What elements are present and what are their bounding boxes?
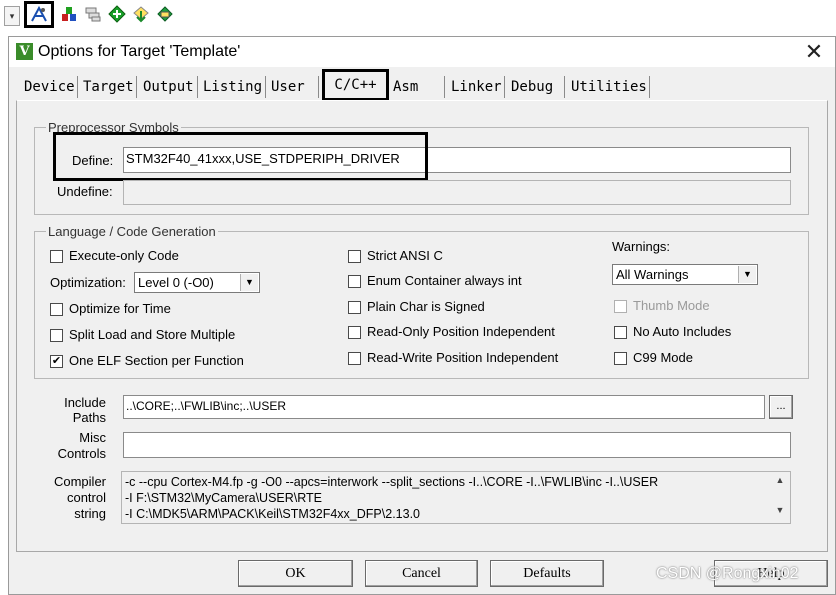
strict-ansi-checkbox[interactable]: [348, 250, 361, 263]
tab-user[interactable]: User: [269, 76, 319, 98]
ok-button[interactable]: OK: [238, 560, 353, 587]
optimization-value: Level 0 (-O0): [138, 275, 214, 290]
language-group-label: Language / Code Generation: [46, 224, 218, 239]
tab-output[interactable]: Output: [141, 76, 198, 98]
compiler-label-line1: Compiler: [53, 474, 106, 489]
optimization-select[interactable]: Level 0 (-O0) ▼: [134, 272, 260, 293]
cancel-button[interactable]: Cancel: [365, 560, 478, 587]
split-load-label: Split Load and Store Multiple: [69, 327, 236, 342]
compiler-label-line3: string: [74, 506, 106, 521]
tab-target[interactable]: Target: [81, 76, 137, 98]
optimization-label: Optimization:: [50, 275, 126, 290]
define-highlight-box: [53, 132, 428, 181]
tab-c-cpp[interactable]: C/C++: [322, 69, 389, 101]
thumb-mode-label: Thumb Mode: [633, 298, 710, 313]
manage-components-button[interactable]: [58, 3, 80, 25]
one-elf-label: One ELF Section per Function: [69, 353, 244, 368]
tab-asm[interactable]: Asm: [391, 76, 445, 98]
misc-label-line1: Misc: [79, 430, 106, 445]
csdn-watermark: CSDN @Rongxin02: [656, 565, 799, 582]
stack-button[interactable]: [82, 3, 104, 25]
green-diamond-button[interactable]: [106, 3, 128, 25]
tab-linker[interactable]: Linker: [449, 76, 505, 98]
optimize-time-checkbox[interactable]: [50, 303, 63, 316]
checkmark-icon: ✔: [51, 355, 62, 367]
ropi-checkbox[interactable]: [348, 326, 361, 339]
tab-listing[interactable]: Listing: [201, 76, 266, 98]
defaults-button[interactable]: Defaults: [490, 560, 604, 587]
scroll-down-icon[interactable]: ▼: [773, 505, 787, 519]
warnings-value: All Warnings: [616, 267, 689, 282]
execute-only-checkbox[interactable]: [50, 250, 63, 263]
rwpi-label: Read-Write Position Independent: [367, 350, 559, 365]
books-icon: [157, 6, 173, 22]
strict-ansi-label: Strict ANSI C: [367, 248, 443, 263]
undefine-input[interactable]: [123, 180, 791, 205]
warnings-label: Warnings:: [612, 239, 671, 254]
compiler-label-line2: control: [66, 490, 106, 505]
enum-container-checkbox[interactable]: [348, 275, 361, 288]
toolbar-highlight-box: [24, 1, 54, 28]
plain-char-label: Plain Char is Signed: [367, 299, 485, 314]
undefine-label: Undefine:: [57, 184, 113, 199]
tab-utilities[interactable]: Utilities: [569, 76, 650, 98]
arrow-pack-icon: [133, 6, 149, 23]
scroll-up-icon[interactable]: ▲: [773, 475, 787, 489]
include-browse-button[interactable]: ...: [769, 395, 793, 419]
tab-device[interactable]: Device: [22, 76, 78, 98]
split-load-checkbox[interactable]: [50, 329, 63, 342]
chevron-down-icon: ▼: [240, 274, 258, 291]
enum-container-label: Enum Container always int: [367, 273, 522, 288]
books-button[interactable]: [154, 3, 176, 25]
one-elf-checkbox[interactable]: ✔: [50, 355, 63, 368]
close-icon[interactable]: ✕: [803, 41, 825, 63]
compiler-line-3: -I C:\MDK5\ARM\PACK\Keil\STM32F4xx_DFP\2…: [125, 507, 420, 521]
plain-char-checkbox[interactable]: [348, 301, 361, 314]
misc-label-line2: Controls: [57, 446, 106, 461]
green-diamond-icon: [108, 5, 126, 23]
no-auto-includes-label: No Auto Includes: [633, 324, 732, 339]
no-auto-includes-checkbox[interactable]: [614, 326, 627, 339]
c99-mode-checkbox[interactable]: [614, 352, 627, 365]
warnings-select[interactable]: All Warnings ▼: [612, 264, 758, 285]
arrow-pack-button[interactable]: [130, 3, 152, 25]
rwpi-checkbox[interactable]: [348, 352, 361, 365]
dialog-title: Options for Target 'Template': [38, 43, 241, 60]
compiler-line-1: -c --cpu Cortex-M4.fp -g -O0 --apcs=inte…: [125, 475, 659, 489]
c99-mode-label: C99 Mode: [633, 350, 693, 365]
toolbar-dropdown-arrow[interactable]: ▾: [4, 6, 20, 26]
component-icon: [62, 7, 76, 21]
tab-debug[interactable]: Debug: [509, 76, 565, 98]
include-label-line1: Include: [64, 395, 106, 410]
optimize-time-label: Optimize for Time: [69, 301, 171, 316]
keil-app-icon: V: [16, 43, 33, 60]
misc-controls-input[interactable]: [123, 432, 791, 458]
stack-icon: [85, 7, 101, 22]
execute-only-label: Execute-only Code: [69, 248, 179, 263]
include-paths-input[interactable]: ..\CORE;..\FWLIB\inc;..\USER: [123, 395, 765, 419]
chevron-down-icon: ▼: [738, 266, 756, 283]
thumb-mode-checkbox[interactable]: [614, 300, 627, 313]
compiler-line-2: -I F:\STM32\MyCamera\USER\RTE: [125, 491, 323, 505]
include-label-line2: Paths: [72, 410, 106, 425]
ropi-label: Read-Only Position Independent: [367, 324, 555, 339]
